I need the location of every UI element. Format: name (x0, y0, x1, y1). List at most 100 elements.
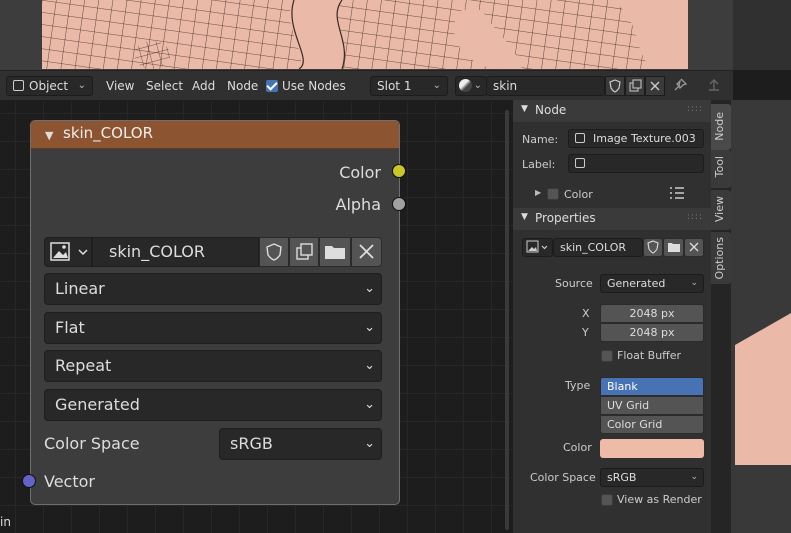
image-name-field[interactable]: skin_COLOR (553, 238, 643, 257)
projection-value: Flat (55, 318, 85, 337)
extension-dropdown[interactable]: Repeat ⌄ (44, 350, 382, 382)
output-color-socket[interactable] (392, 164, 406, 178)
output-alpha-socket[interactable] (392, 197, 406, 211)
image-icon (50, 242, 88, 261)
chevron-down-icon: ⌄ (364, 436, 375, 451)
material-name-field[interactable]: skin (486, 76, 605, 96)
duplicate-icon[interactable] (625, 76, 645, 96)
color-space-dropdown[interactable]: sRGB ⌄ (219, 428, 382, 460)
uv-viewport[interactable] (0, 0, 733, 70)
source-dropdown[interactable]: Generated ⌄ (600, 274, 704, 293)
chevron-down-icon: ⌄ (364, 358, 375, 373)
node-label-field[interactable] (568, 154, 704, 173)
tab-view[interactable]: View (711, 190, 731, 230)
tab-node[interactable]: Node (711, 104, 731, 150)
tab-tool[interactable]: Tool (711, 150, 731, 188)
sidebar-tabs: Node Tool View Options (711, 100, 731, 533)
unlink-close-icon[interactable] (645, 76, 665, 96)
partial-corner-label: in (0, 515, 11, 529)
slot-dropdown[interactable]: Slot 1 ⌄ (370, 76, 448, 96)
output-color-label: Color (339, 163, 381, 182)
slot-label: Slot 1 (377, 79, 412, 93)
menu-view[interactable]: View (106, 77, 134, 95)
unlink-close-icon[interactable] (351, 237, 382, 267)
node-name-field[interactable]: Image Texture.003 (568, 129, 704, 148)
object-mode-icon (13, 80, 24, 91)
float-buffer-label: Float Buffer (617, 349, 682, 362)
input-vector-socket[interactable] (22, 474, 36, 488)
menu-select[interactable]: Select (146, 77, 183, 95)
unlink-close-icon[interactable] (684, 238, 704, 257)
extension-value: Repeat (55, 356, 112, 375)
fake-user-shield-icon[interactable] (259, 237, 289, 267)
color-space-value: sRGB (607, 471, 637, 484)
image-browse-button[interactable] (522, 238, 553, 257)
color-space-dropdown[interactable]: sRGB ⌄ (600, 468, 704, 487)
color-swatch[interactable] (600, 439, 704, 458)
parent-node-tree-icon[interactable] (706, 77, 722, 96)
image-texture-node[interactable]: ▼ skin_COLOR Color Alpha skin_COLOR Line… (22, 120, 406, 505)
material-name: skin (493, 79, 518, 93)
height-field[interactable]: 2048 px (600, 323, 704, 342)
expand-triangle-icon[interactable]: ▶ (535, 188, 541, 197)
y-label: Y (582, 326, 589, 339)
interpolation-value: Linear (55, 279, 105, 298)
width-value: 2048 px (629, 307, 675, 320)
collapse-triangle-icon[interactable]: ▼ (45, 129, 53, 142)
node-header[interactable]: ▼ skin_COLOR (31, 121, 399, 149)
float-buffer-checkbox[interactable] (601, 350, 613, 362)
tab-label: Node (713, 112, 726, 141)
view-as-render-checkbox[interactable] (601, 494, 613, 506)
properties-section-header[interactable]: ▼ Properties :::: (513, 208, 711, 230)
width-field[interactable]: 2048 px (600, 304, 704, 323)
name-label: Name: (522, 133, 559, 146)
node-editor-header: Object ⌄ View Select Add Node Use Nodes … (0, 70, 733, 100)
properties-section-title: Properties (535, 211, 596, 225)
image-name-field[interactable]: skin_COLOR (92, 237, 259, 267)
type-option-uv-grid[interactable]: UV Grid (600, 396, 704, 415)
mode-label: Object (29, 79, 69, 93)
type-option-blank[interactable]: Blank (600, 377, 704, 396)
node-name-value: Image Texture.003 (593, 132, 696, 145)
source-dropdown[interactable]: Generated ⌄ (44, 389, 382, 421)
tab-label: View (713, 196, 726, 223)
projection-dropdown[interactable]: Flat ⌄ (44, 312, 382, 344)
duplicate-icon[interactable] (289, 237, 319, 267)
pin-icon[interactable] (672, 77, 688, 96)
material-browse-button[interactable]: ⌄ (455, 76, 487, 96)
tab-options[interactable]: Options (711, 232, 731, 284)
expand-triangle-icon: ▼ (521, 104, 528, 114)
color-subpanel-label: Color (564, 188, 593, 201)
type-label: Type (565, 379, 591, 392)
list-icon[interactable] (669, 186, 685, 203)
editor-scrollbar[interactable] (505, 110, 509, 530)
chevron-down-icon: ⌄ (690, 278, 698, 288)
drag-handle-icon[interactable]: :::: (687, 104, 703, 114)
mode-dropdown[interactable]: Object ⌄ (6, 76, 93, 96)
node-icon (575, 133, 585, 143)
color-subpanel-checkbox[interactable] (547, 188, 559, 200)
type-option-color-grid[interactable]: Color Grid (600, 415, 704, 434)
open-folder-icon[interactable] (663, 238, 684, 257)
node-section-title: Node (535, 103, 567, 117)
color-space-label: Color Space (44, 434, 140, 453)
type-option-label: Blank (607, 380, 638, 393)
interpolation-dropdown[interactable]: Linear ⌄ (44, 273, 382, 305)
node-icon (575, 158, 585, 168)
menu-add[interactable]: Add (192, 77, 215, 95)
use-nodes-checkbox[interactable] (266, 80, 278, 92)
source-value: Generated (607, 277, 666, 290)
3d-viewport-edge[interactable] (731, 100, 791, 533)
drag-handle-icon[interactable]: :::: (687, 212, 703, 222)
menu-node[interactable]: Node (227, 77, 258, 95)
type-option-label: Color Grid (607, 418, 663, 431)
node-title: skin_COLOR (63, 124, 154, 142)
open-folder-icon[interactable] (319, 237, 351, 267)
node-section-header[interactable]: ▼ Node :::: (513, 100, 711, 122)
expand-triangle-icon: ▼ (521, 212, 528, 222)
fake-user-shield-icon[interactable] (643, 238, 663, 257)
chevron-down-icon: ⌄ (77, 80, 86, 91)
color-space-value: sRGB (230, 434, 273, 453)
image-browse-button[interactable] (44, 237, 92, 267)
fake-user-shield-icon[interactable] (605, 76, 625, 96)
